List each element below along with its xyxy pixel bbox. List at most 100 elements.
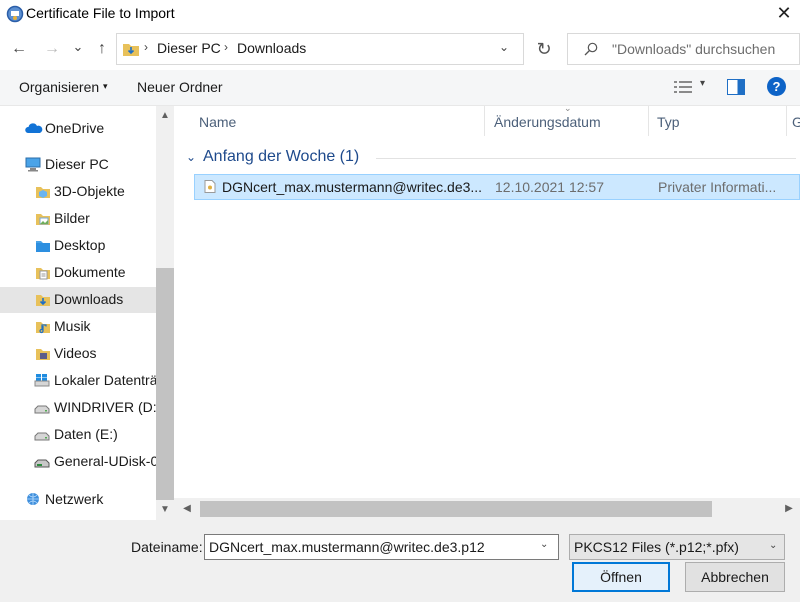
preview-pane-icon[interactable]: [727, 79, 745, 95]
dialog-footer: Dateiname: ⌄ PKCS12 Files (*.p12;*.pfx) …: [0, 520, 800, 602]
navigation-pane: OneDrive Dieser PC 3D-Objekte Bilder Des…: [0, 106, 174, 520]
view-dropdown-caret-icon[interactable]: ▾: [700, 78, 705, 89]
network-icon: [27, 493, 39, 505]
view-options-icon[interactable]: [674, 80, 692, 94]
sidebar-item-downloads[interactable]: Downloads: [0, 287, 156, 313]
group-divider: [376, 158, 796, 159]
videos-folder-icon: [36, 349, 50, 360]
refresh-icon[interactable]: ↻: [530, 33, 558, 65]
recent-locations-chevron-icon[interactable]: ⌄: [67, 36, 89, 58]
column-header-type[interactable]: Typ: [657, 114, 680, 130]
column-divider[interactable]: [484, 106, 485, 136]
breadcrumb-separator[interactable]: ›: [224, 40, 228, 54]
sidebar-item-label: 3D-Objekte: [54, 183, 125, 199]
scroll-right-arrow-icon[interactable]: ▶: [780, 503, 798, 514]
sidebar-item-videos[interactable]: Videos: [0, 341, 156, 367]
drive-icon: [34, 432, 50, 441]
scroll-down-arrow-icon[interactable]: ▼: [156, 504, 174, 515]
sidebar-item-label: Downloads: [54, 291, 124, 307]
certificate-app-icon: [6, 5, 24, 23]
usb-drive-icon: [34, 459, 50, 468]
sidebar-item-label: General-UDisk-0: [54, 453, 156, 469]
open-button[interactable]: Öffnen: [572, 562, 670, 592]
group-collapse-chevron-icon[interactable]: ⌄: [186, 150, 196, 164]
scroll-left-arrow-icon[interactable]: ◀: [178, 503, 196, 514]
search-box[interactable]: "Downloads" durchsuchen: [567, 33, 800, 65]
file-row[interactable]: DGNcert_max.mustermann@writec.de3.... 12…: [194, 174, 800, 200]
sidebar-item-general-udisk[interactable]: General-UDisk-0: [0, 449, 156, 475]
file-modified: 12.10.2021 12:57: [495, 179, 604, 195]
downloads-folder-icon: [36, 295, 50, 306]
pictures-folder-icon: [36, 214, 50, 225]
up-arrow-icon[interactable]: ↑: [91, 38, 113, 60]
drive-icon: [34, 405, 50, 414]
sidebar-item-label: Bilder: [54, 210, 90, 226]
sidebar-scrollbar-thumb[interactable]: [156, 268, 174, 500]
group-header[interactable]: Anfang der Woche (1): [203, 148, 359, 166]
sidebar-item-label: Lokaler Datenträger (C:): [54, 372, 156, 388]
address-bar[interactable]: › Dieser PC › Downloads ⌄: [116, 33, 524, 65]
sidebar-item-label: WINDRIVER (D:): [54, 399, 156, 415]
filename-input[interactable]: [204, 534, 559, 560]
music-folder-icon: [36, 322, 50, 334]
sidebar-item-windriver[interactable]: WINDRIVER (D:): [0, 395, 156, 421]
window-title: Certificate File to Import: [26, 5, 175, 21]
sidebar-scrollbar[interactable]: ▲ ▼: [156, 106, 174, 520]
sidebar-item-3d-objekte[interactable]: 3D-Objekte: [0, 179, 156, 205]
filename-label: Dateiname:: [131, 539, 203, 555]
sidebar-item-daten[interactable]: Daten (E:): [0, 422, 156, 448]
filename-dropdown-chevron-icon[interactable]: ⌄: [540, 539, 548, 550]
organize-menu-button[interactable]: Organisieren ▾: [19, 79, 108, 95]
windows-drive-icon: [34, 374, 50, 387]
sidebar-item-label: OneDrive: [45, 120, 105, 136]
cube-folder-icon: [36, 187, 50, 198]
new-folder-button[interactable]: Neuer Ordner: [137, 79, 223, 95]
help-icon[interactable]: ?: [767, 77, 786, 96]
organize-caret-icon: ▾: [103, 81, 108, 91]
certificate-file-icon: [204, 180, 216, 193]
close-icon[interactable]: ✕: [772, 2, 796, 24]
sidebar-item-dieser-pc[interactable]: Dieser PC: [0, 152, 156, 178]
sort-indicator-icon: ⌄: [564, 103, 572, 113]
search-icon: [584, 42, 598, 56]
sidebar-item-lokaler-datentraeger[interactable]: Lokaler Datenträger (C:): [0, 368, 156, 394]
column-divider[interactable]: [648, 106, 649, 136]
file-list: ⌄ Name Änderungsdatum Typ G ⌄ Anfang der…: [174, 103, 800, 498]
horizontal-scrollbar-thumb[interactable]: [200, 501, 712, 517]
column-header-size[interactable]: G: [792, 114, 800, 130]
sidebar-item-desktop[interactable]: Desktop: [0, 233, 156, 259]
sidebar-item-dokumente[interactable]: Dokumente: [0, 260, 156, 286]
breadcrumb-separator: ›: [144, 40, 148, 54]
file-name: DGNcert_max.mustermann@writec.de3....: [222, 179, 482, 195]
title-bar: Certificate File to Import ✕: [0, 0, 800, 28]
desktop-folder-icon: [36, 241, 50, 252]
sidebar-item-label: Dieser PC: [45, 156, 109, 172]
cancel-button[interactable]: Abbrechen: [685, 562, 785, 592]
command-toolbar: Organisieren ▾ Neuer Ordner ▾ ?: [0, 70, 800, 106]
file-type-filter-select[interactable]: PKCS12 Files (*.p12;*.pfx) ⌄: [569, 534, 785, 560]
downloads-folder-icon: [123, 44, 139, 56]
organize-label: Organisieren: [19, 79, 100, 95]
sidebar-item-netzwerk[interactable]: Netzwerk: [0, 487, 156, 513]
documents-folder-icon: [36, 268, 50, 280]
scroll-up-arrow-icon[interactable]: ▲: [156, 110, 174, 121]
sidebar-item-onedrive[interactable]: OneDrive: [0, 116, 156, 142]
address-dropdown-chevron-icon[interactable]: ⌄: [499, 40, 509, 54]
search-placeholder: "Downloads" durchsuchen: [612, 41, 776, 57]
breadcrumb-downloads[interactable]: Downloads: [237, 40, 306, 56]
breadcrumb-dieser-pc[interactable]: Dieser PC: [157, 40, 221, 56]
column-header-modified[interactable]: Änderungsdatum: [494, 114, 601, 130]
file-type: Privater Informati...: [658, 179, 777, 195]
sidebar-item-bilder[interactable]: Bilder: [0, 206, 156, 232]
cloud-icon: [25, 123, 43, 133]
file-type-filter-value: PKCS12 Files (*.p12;*.pfx): [574, 539, 739, 555]
sidebar-item-label: Musik: [54, 318, 91, 334]
sidebar-item-label: Daten (E:): [54, 426, 118, 442]
file-list-horizontal-scrollbar[interactable]: ◀ ▶: [174, 498, 800, 520]
column-header-name[interactable]: Name: [199, 114, 236, 130]
back-arrow-icon[interactable]: ←: [8, 38, 30, 60]
column-divider[interactable]: [786, 106, 787, 136]
sidebar-item-musik[interactable]: Musik: [0, 314, 156, 340]
filter-dropdown-chevron-icon: ⌄: [769, 540, 778, 551]
forward-arrow-icon[interactable]: →: [41, 38, 63, 60]
